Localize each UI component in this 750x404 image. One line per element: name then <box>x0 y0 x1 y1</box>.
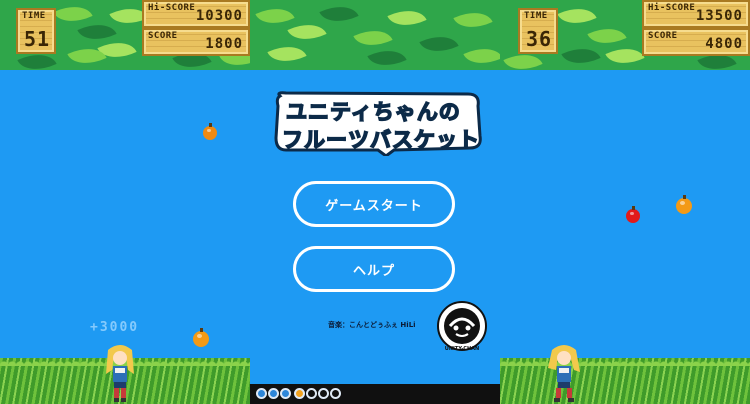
bubble-icon <box>294 388 305 399</box>
orange-fruit-icon <box>203 123 217 140</box>
leaf-icon <box>287 15 327 49</box>
logo-char: ケ <box>413 127 436 153</box>
bubble-icon <box>268 388 279 399</box>
hiscore-label: Hi-SCORE <box>648 3 696 13</box>
logo-char: ト <box>457 127 480 153</box>
score-popup: +3000 <box>90 320 140 335</box>
stem <box>200 328 204 332</box>
stem <box>209 123 213 127</box>
help-button[interactable]: ヘルプ <box>293 246 455 292</box>
logo-line-1: ユニティちゃんの <box>285 99 461 125</box>
bubble-icon <box>306 388 317 399</box>
highlight <box>197 334 202 339</box>
grass-ground-right <box>500 358 750 404</box>
logo-char: ツ <box>347 127 370 153</box>
time-panel-right: TIME 36 <box>518 8 558 54</box>
bubble-icon <box>330 388 341 399</box>
hiscore-value: 13500 <box>695 8 743 24</box>
logo-char: ル <box>303 127 326 153</box>
leaf-icon <box>387 1 427 35</box>
music-credit: 音楽：こんとどぅふぇ HiLi <box>328 321 416 329</box>
highlight <box>206 128 211 133</box>
stem <box>683 195 687 199</box>
unity-chan-emblem-icon: UNITY-CHAN <box>436 300 488 352</box>
apple-fruit-icon <box>626 206 640 223</box>
highlight <box>629 211 634 216</box>
leaf-icon <box>255 0 295 33</box>
leaf-icon <box>319 0 359 31</box>
bottom-preview-strip <box>250 384 500 404</box>
leaf-icon <box>367 41 407 70</box>
leaf-icon <box>353 21 393 55</box>
leaf-icon <box>557 0 597 33</box>
logo-char: ス <box>391 127 414 153</box>
leaf-icon <box>463 39 500 70</box>
time-label: TIME <box>22 11 46 21</box>
hiscore-panel-right: Hi-SCORE 13500 <box>642 0 750 28</box>
logo-line-2: フルーツバスケット <box>281 124 480 154</box>
bubble-icon <box>256 388 267 399</box>
leaf-icon <box>97 33 137 67</box>
bubble-icon <box>280 388 291 399</box>
score-label: SCORE <box>648 31 678 41</box>
unity-chan-character-left <box>102 344 138 404</box>
logo-char: ー <box>325 127 348 153</box>
score-panel-right: SCORE 4800 <box>642 28 750 56</box>
game-title-logo: ユニティちゃんの フルーツバスケット <box>272 90 486 156</box>
game-start-button[interactable]: ゲームスタート <box>293 181 455 227</box>
leaf-canopy-center <box>250 0 500 70</box>
orange-fruit-icon <box>676 195 692 214</box>
stem <box>632 206 636 210</box>
leaf-icon <box>419 27 459 61</box>
hiscore-label: Hi-SCORE <box>148 3 196 13</box>
leaf-icon <box>267 37 307 70</box>
score-value: 4800 <box>705 36 743 52</box>
logo-char: ッ <box>435 127 458 153</box>
leaf-icon <box>67 39 107 70</box>
bubble-icon <box>318 388 329 399</box>
logo-char: バ <box>369 127 392 153</box>
unity-chan-character-right <box>546 344 582 404</box>
time-value: 36 <box>526 27 553 51</box>
hiscore-panel-left: Hi-SCORE 10300 <box>142 0 250 28</box>
time-label: TIME <box>524 11 548 21</box>
score-value: 1800 <box>205 36 243 52</box>
leaf-icon <box>453 3 493 37</box>
time-panel-left: TIME 51 <box>16 8 56 54</box>
hiscore-value: 10300 <box>195 8 243 24</box>
emblem-text: UNITY-CHAN <box>445 346 479 352</box>
time-value: 51 <box>24 27 51 51</box>
orange-fruit-icon <box>193 328 209 347</box>
highlight <box>680 201 685 206</box>
score-panel-left: SCORE 1800 <box>142 28 250 56</box>
leaf-icon <box>587 19 627 53</box>
game-screen: TIME 51 Hi-SCORE 10300 SCORE 1800 TIME 3… <box>0 0 750 404</box>
logo-char: フ <box>281 127 304 153</box>
score-label: SCORE <box>148 31 178 41</box>
leaf-icon <box>561 39 601 70</box>
leaf-icon <box>605 39 645 70</box>
